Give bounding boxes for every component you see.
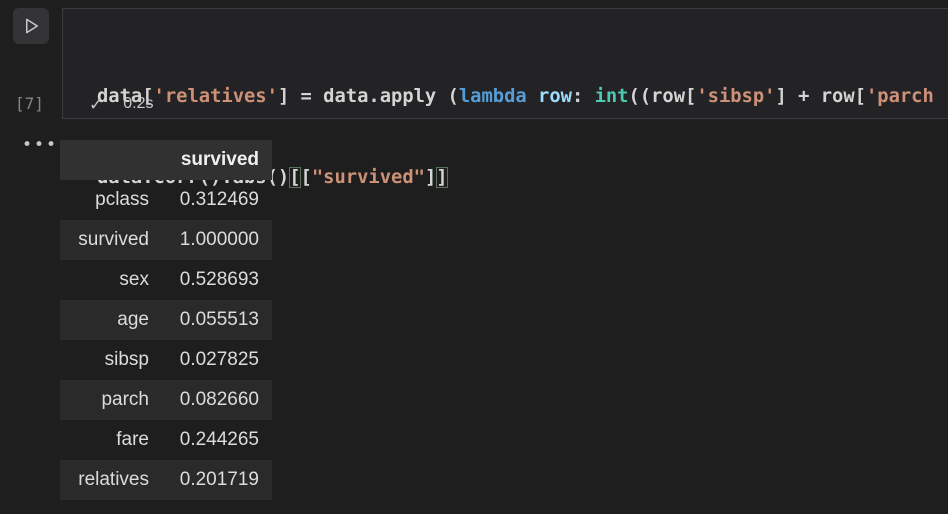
- table-column-header: survived: [152, 140, 272, 180]
- table-row: sex0.528693: [60, 260, 272, 300]
- table-row: fare0.244265: [60, 420, 272, 460]
- code-token-bracket-match: ]: [436, 167, 447, 188]
- table-row: parch0.082660: [60, 380, 272, 420]
- table-row: survived1.000000: [60, 220, 272, 260]
- row-label: survived: [60, 220, 152, 260]
- row-value: 0.244265: [152, 420, 272, 460]
- row-value: 0.528693: [152, 260, 272, 300]
- code-token-bracket-match: [: [289, 167, 300, 188]
- row-label: parch: [60, 380, 152, 420]
- output-more-actions-icon[interactable]: •••: [22, 135, 58, 155]
- row-value: 0.027825: [152, 340, 272, 380]
- cell-status-bar: ✓ 0.2s: [64, 91, 948, 117]
- table-header-row: survived: [60, 140, 272, 180]
- play-icon: [21, 16, 41, 36]
- notebook-view: { "syntax_colors": { "plain": "#d4d4d4",…: [0, 0, 948, 514]
- row-value: 0.312469: [152, 180, 272, 220]
- table-row: age0.055513: [60, 300, 272, 340]
- row-label: fare: [60, 420, 152, 460]
- execution-count: [7]: [15, 94, 44, 113]
- row-value: 0.055513: [152, 300, 272, 340]
- table-corner-cell: [60, 140, 152, 180]
- code-token-string: "survived": [312, 167, 425, 188]
- run-cell-button[interactable]: [13, 8, 49, 44]
- code-token: [: [301, 167, 312, 188]
- cell-editor[interactable]: data['relatives'] = data.apply (lambda r…: [62, 8, 948, 119]
- table-row: sibsp0.027825: [60, 340, 272, 380]
- row-label: relatives: [60, 460, 152, 500]
- row-label: sibsp: [60, 340, 152, 380]
- table-row: relatives0.201719: [60, 460, 272, 500]
- row-value: 0.082660: [152, 380, 272, 420]
- table-row: pclass0.312469: [60, 180, 272, 220]
- row-label: sex: [60, 260, 152, 300]
- row-value: 0.201719: [152, 460, 272, 500]
- success-check-icon: ✓: [89, 96, 103, 113]
- row-label: age: [60, 300, 152, 340]
- row-label: pclass: [60, 180, 152, 220]
- code-token: ]: [425, 167, 436, 188]
- row-value: 1.000000: [152, 220, 272, 260]
- dataframe-output-table: survived pclass0.312469 survived1.000000…: [60, 140, 272, 500]
- execution-duration: 0.2s: [123, 95, 153, 113]
